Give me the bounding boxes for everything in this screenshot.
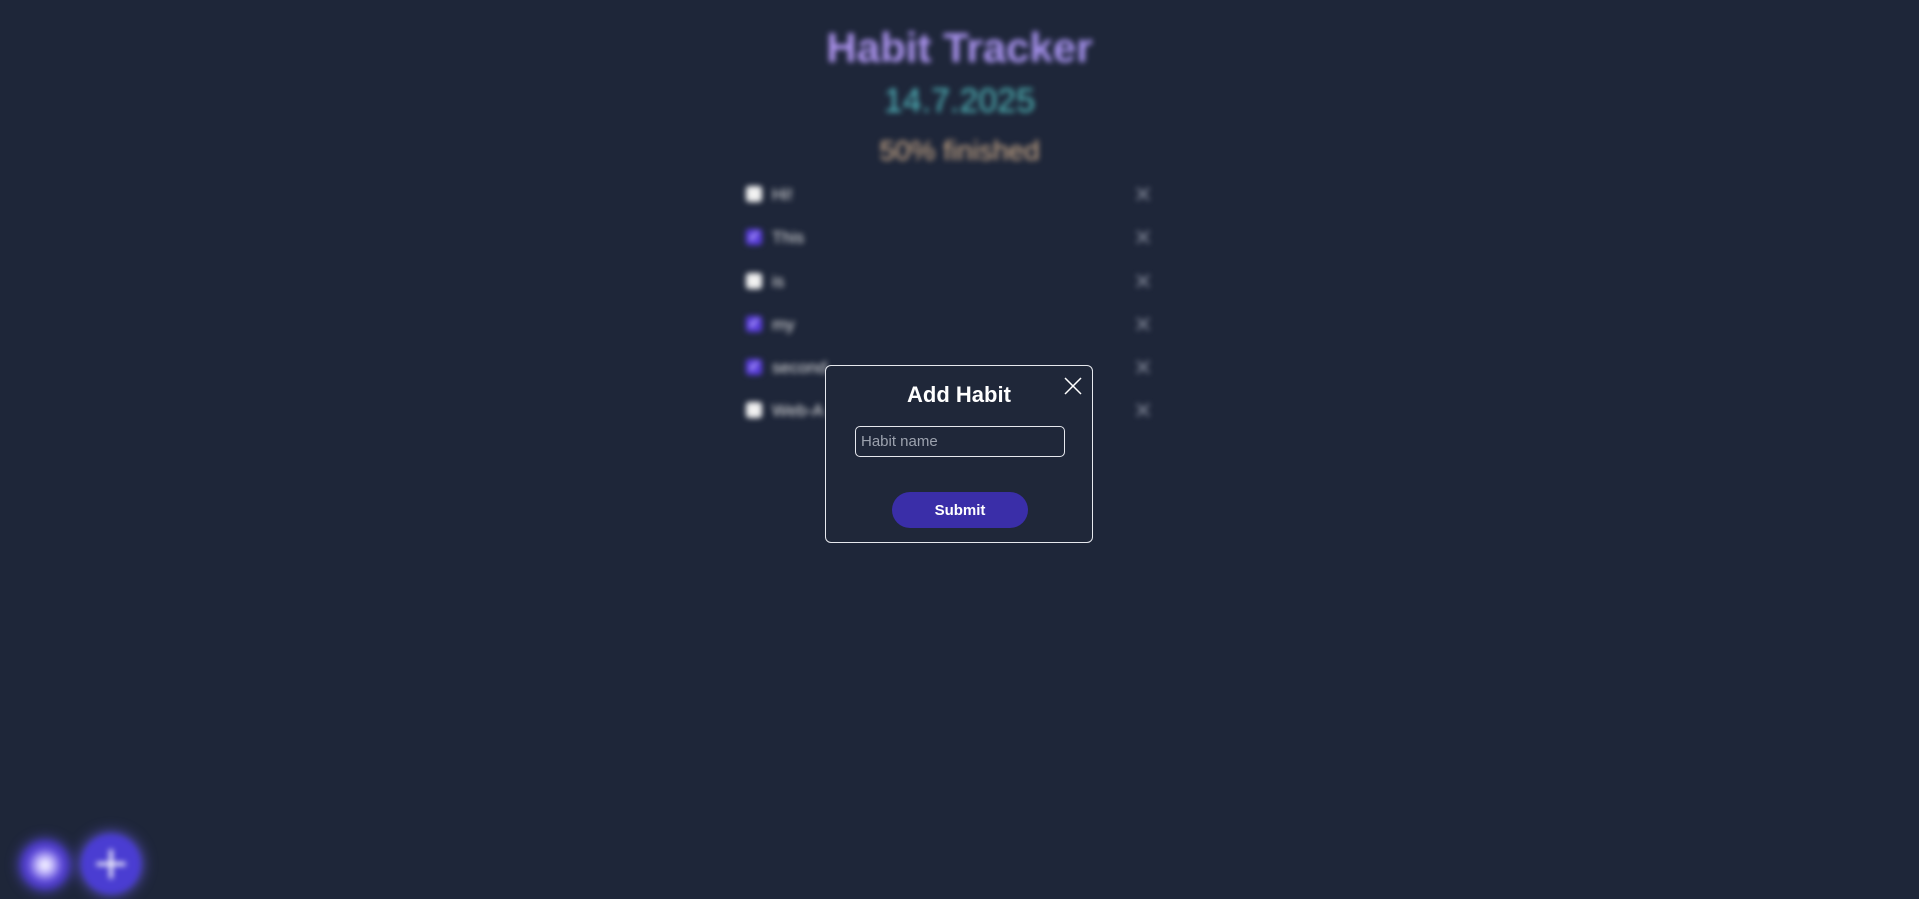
habit-name: Hi!: [772, 185, 793, 204]
delete-habit-icon[interactable]: [1130, 268, 1156, 294]
habit-checkbox[interactable]: [746, 186, 762, 202]
habit-name: is: [772, 271, 785, 291]
submit-button[interactable]: Submit: [892, 492, 1028, 528]
habit-name: Web-A: [772, 401, 824, 421]
habit-checkbox[interactable]: [746, 272, 762, 289]
habit-checkbox[interactable]: [746, 402, 762, 419]
habit-name: second: [772, 358, 827, 378]
habit-checkbox[interactable]: [746, 357, 762, 376]
habit-name: This: [772, 228, 805, 248]
progress-status: 50% finished: [879, 135, 1040, 166]
page-title: Habit Tracker: [0, 24, 1919, 72]
delete-habit-icon[interactable]: [1130, 311, 1156, 337]
habit-row: This: [746, 224, 1156, 267]
habit-checkbox[interactable]: [746, 314, 762, 332]
delete-habit-icon[interactable]: [1130, 354, 1156, 380]
habit-row: my: [746, 311, 1156, 354]
current-date: 14.7.2025: [0, 82, 1919, 121]
habit-name: my: [772, 314, 795, 334]
dialog-title: Add Habit: [907, 382, 1011, 407]
habit-row: Hi!: [746, 181, 1156, 224]
delete-habit-icon[interactable]: [1130, 397, 1156, 423]
habit-name-input[interactable]: [855, 426, 1065, 457]
add-habit-button[interactable]: [81, 834, 141, 894]
habit-checkbox[interactable]: [746, 227, 762, 246]
theme-toggle-button[interactable]: [20, 840, 70, 890]
delete-habit-icon[interactable]: [1130, 224, 1156, 250]
plus-icon: [96, 849, 126, 879]
delete-habit-icon[interactable]: [1130, 181, 1156, 207]
habit-row: is: [746, 268, 1156, 311]
add-habit-dialog: Add Habit Submit: [825, 365, 1093, 543]
